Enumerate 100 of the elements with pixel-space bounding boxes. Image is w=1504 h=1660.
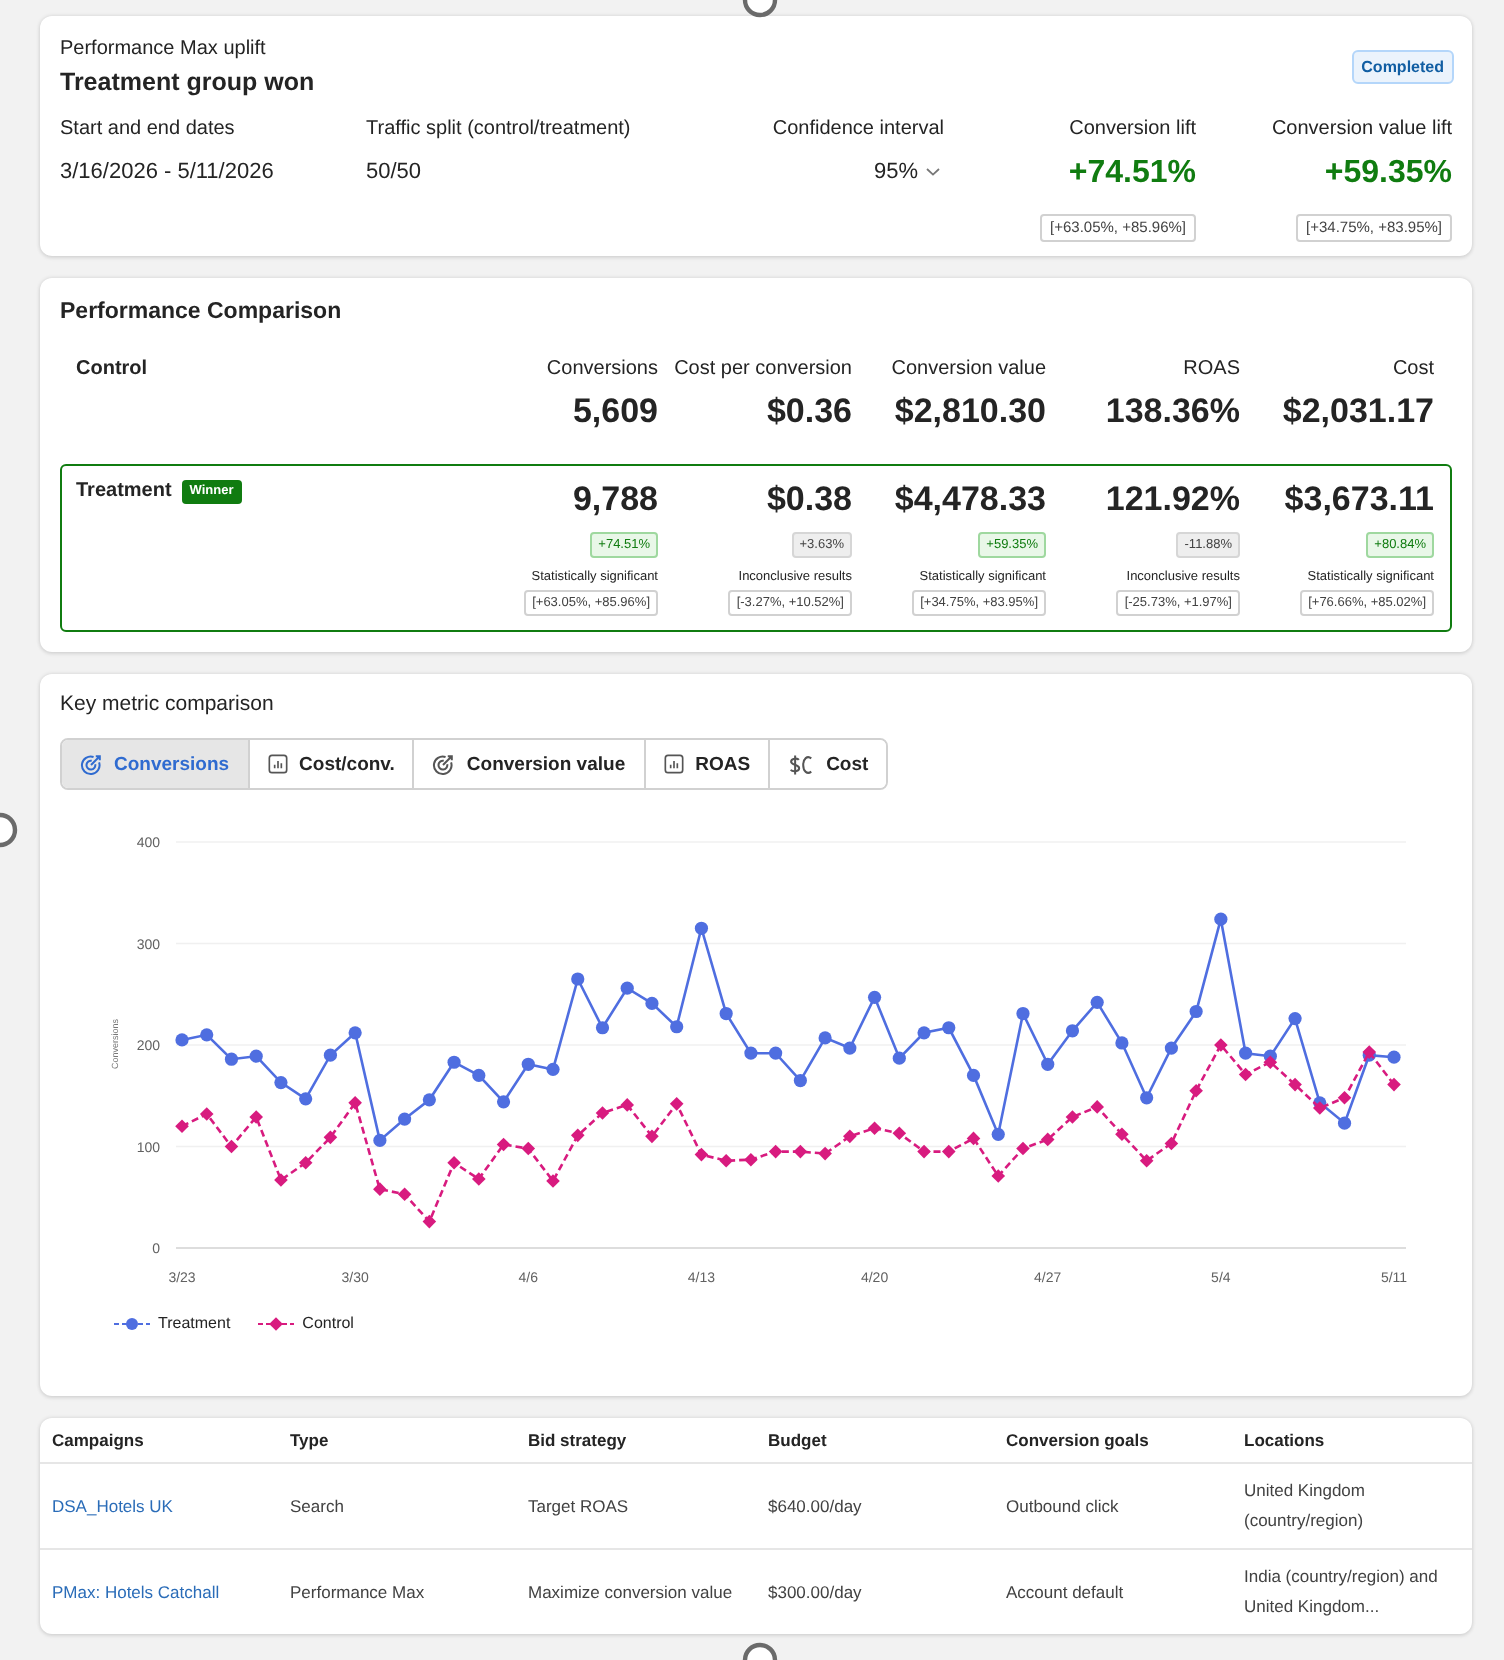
table-cell-text: Account default (1006, 1579, 1126, 1605)
data-point (1238, 1067, 1253, 1082)
data-point (892, 1051, 906, 1065)
data-point (200, 1028, 214, 1042)
metric-label: Conversions (546, 358, 658, 382)
data-point (1288, 1012, 1302, 1026)
data-point (966, 1068, 981, 1083)
data-point (1065, 1024, 1080, 1038)
data-point (398, 1112, 412, 1126)
data-point (645, 996, 659, 1010)
bar-chart-icon (663, 754, 684, 774)
data-point (1337, 1116, 1352, 1130)
data-point (570, 1128, 585, 1143)
data-point (793, 1144, 808, 1159)
data-point (744, 1046, 758, 1060)
metric-value: 5,609 (572, 390, 658, 434)
data-point (1140, 1091, 1154, 1105)
group-label: Control (76, 358, 150, 384)
data-point (447, 1055, 461, 1069)
data-point (1189, 1083, 1203, 1098)
data-point (472, 1068, 486, 1083)
data-point (595, 1021, 610, 1035)
data-point (1016, 1141, 1030, 1156)
data-point (867, 1121, 882, 1136)
metric-value: $0.36 (766, 390, 852, 434)
data-point (1214, 912, 1228, 926)
metric-value: $2,031.17 (1282, 390, 1434, 434)
field-value: 50/50 (366, 158, 422, 186)
data-point (323, 1048, 337, 1062)
field-label: Traffic split (control/treatment) (366, 116, 631, 142)
data-point (769, 1046, 783, 1060)
field-label: Confidence interval (772, 116, 944, 142)
data-point (1288, 1077, 1302, 1092)
data-point (669, 1097, 684, 1111)
data-point (422, 1093, 436, 1107)
data-point (942, 1144, 956, 1159)
metric-label: Cost (1392, 358, 1434, 382)
data-point (694, 921, 709, 935)
metric-tab[interactable]: Conversions (62, 740, 248, 788)
metric-value: 9,788 (572, 478, 658, 522)
legend-label: Control (302, 1312, 354, 1336)
target-icon (80, 753, 102, 775)
data-point (818, 1146, 832, 1161)
data-point (1090, 995, 1104, 1009)
table-cell-text: India (country/region) and United Kingdom... (1244, 1564, 1440, 1620)
data-point (1337, 1091, 1352, 1105)
field-label: Start and end dates (60, 116, 235, 142)
field-value: 3/16/2026 - 5/11/2026 (60, 158, 274, 186)
metric-value: $2,810.30 (894, 390, 1046, 434)
data-point (942, 1021, 956, 1035)
table-cell-text: Search (290, 1493, 346, 1519)
table-cell-text: United Kingdom (country/region) (1244, 1478, 1367, 1534)
data-point (694, 1147, 709, 1162)
data-point (298, 1155, 313, 1170)
data-point (546, 1062, 560, 1076)
column-header: Type (290, 1427, 331, 1454)
metric-label: Cost per conversion (674, 358, 852, 382)
data-point (966, 1131, 981, 1146)
legend-label: Treatment (158, 1312, 231, 1336)
data-point (546, 1174, 560, 1188)
campaign-link[interactable]: PMax: Hotels Catchall (52, 1581, 220, 1601)
resize-handle-icon[interactable] (742, 1642, 778, 1660)
lift-value: +59.35% (1324, 154, 1452, 194)
data-point (1164, 1041, 1178, 1055)
data-point (867, 990, 882, 1004)
data-point (1115, 1127, 1129, 1142)
data-point (1164, 1136, 1179, 1151)
data-point (496, 1095, 511, 1109)
group-label: Treatment (76, 480, 172, 504)
metric-value: $4,478.33 (894, 478, 1046, 522)
data-point (249, 1049, 263, 1063)
resize-handle-icon[interactable] (0, 812, 18, 848)
data-point (892, 1126, 907, 1141)
data-point (521, 1057, 535, 1071)
column-header: Budget (768, 1427, 829, 1454)
data-point (274, 1173, 288, 1187)
campaign-link[interactable]: DSA_Hotels UK (52, 1495, 173, 1515)
data-point (299, 1092, 313, 1106)
chevron-down-icon (926, 168, 940, 176)
metric-tab[interactable]: Cost (768, 740, 887, 788)
resize-handle-icon[interactable] (742, 0, 778, 18)
data-point (496, 1137, 511, 1152)
status-badge: Completed (1351, 50, 1454, 84)
data-point (843, 1041, 857, 1055)
data-point (249, 1110, 263, 1124)
metric-value: 121.92% (1105, 478, 1240, 522)
metric-label: ROAS (1183, 358, 1240, 382)
confidence-dropdown[interactable]: 95% (873, 158, 944, 186)
table-cell-text: Performance Max (290, 1579, 427, 1605)
data-point (768, 1144, 783, 1159)
data-point (843, 1129, 857, 1144)
data-point (719, 1006, 733, 1021)
data-point (818, 1031, 832, 1045)
data-point (199, 1107, 214, 1121)
metric-value: $0.38 (766, 478, 852, 522)
data-point (175, 1119, 189, 1133)
metric-value: 138.36% (1105, 390, 1240, 434)
data-point (348, 1096, 362, 1110)
data-point (274, 1075, 288, 1090)
data-point (991, 1169, 1006, 1183)
